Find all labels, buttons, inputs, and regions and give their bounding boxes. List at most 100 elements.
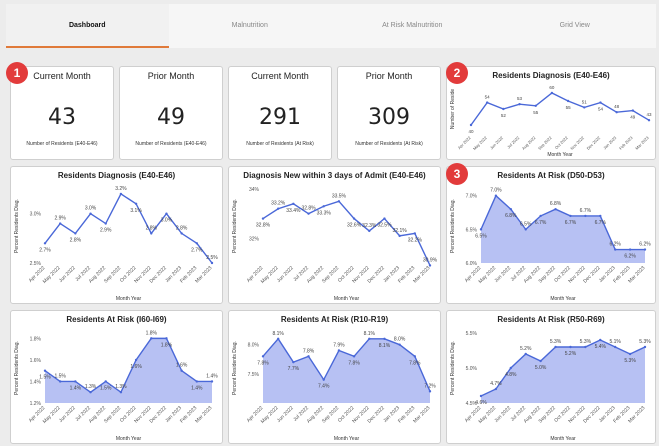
chart-card-residents-diagnosis-count[interactable]: Residents Diagnosis (E40-E46) 40 54 52 53 55… <box>446 66 656 160</box>
data-label: 52 <box>501 113 507 118</box>
chart-card-at-risk-d50-d53[interactable]: Residents At Risk (D50-D53) 6.0% 6.5% 7.0%… <box>446 166 656 304</box>
data-point <box>518 103 521 106</box>
x-tick-label: Dec 2022 <box>586 135 602 151</box>
data-point <box>150 337 153 340</box>
data-point <box>539 359 542 363</box>
kpi-card-current-month-at-risk[interactable]: Current Month 291 Number of Residents (A… <box>228 66 332 160</box>
data-point <box>368 337 371 341</box>
data-label: 5.2% <box>565 351 577 357</box>
data-point <box>104 222 107 225</box>
data-point <box>119 391 123 394</box>
data-point <box>554 345 557 349</box>
x-tick-label: Jun 2022 <box>276 405 295 424</box>
x-tick-label: Apr 2022 <box>457 135 473 151</box>
data-label: 3.2% <box>115 186 127 192</box>
data-point <box>613 248 617 251</box>
y-tick-label: 7.5% <box>248 372 260 378</box>
tab-dashboard[interactable]: Dashboard <box>6 4 169 48</box>
x-tick-label: Sep 2022 <box>321 405 341 425</box>
area-chart: 1.2%1.4%1.6%1.8%1.5% 1.5%1.4% 1.3% 1.5% 1.3%… <box>14 330 218 442</box>
data-point <box>584 345 587 349</box>
data-label: 48 <box>614 104 620 109</box>
data-label: 2.7% <box>39 247 51 253</box>
data-label: 6.2% <box>609 242 621 248</box>
y-tick-label: 2.5% <box>30 261 42 267</box>
tab-at-risk-malnutrition[interactable]: At Risk Malnutrition <box>331 4 494 48</box>
data-label: 8.1% <box>364 331 376 337</box>
data-label: 6.2% <box>639 242 651 248</box>
data-point <box>428 390 432 393</box>
annotation-badge-3: 3 <box>446 163 468 185</box>
y-axis-title: Percent Residents Diag. <box>232 341 238 395</box>
data-point <box>479 394 483 398</box>
kpi-card-prior-month-diagnosis[interactable]: Prior Month 49 Number of Residents (E40-… <box>119 66 223 160</box>
data-label: 55 <box>566 105 572 110</box>
y-axis-title: Percent Residents Diag. <box>232 199 238 253</box>
x-tick-label: Sep 2022 <box>321 265 341 285</box>
annotation-badge-1: 1 <box>6 62 28 84</box>
kpi-value: 49 <box>157 105 185 130</box>
data-label: 5.2% <box>520 346 532 352</box>
data-label: 5.3% <box>550 339 562 345</box>
data-point <box>643 248 647 251</box>
data-point <box>58 380 62 383</box>
tab-malnutrition[interactable]: Malnutrition <box>169 4 332 48</box>
kpi-value: 291 <box>259 105 301 130</box>
data-point <box>628 352 632 356</box>
x-tick-label: Mar 2023 <box>194 405 213 424</box>
data-label: 6.7% <box>565 220 577 226</box>
y-tick-label: 1.8% <box>30 336 42 342</box>
data-point <box>398 343 401 346</box>
kpi-title: Prior Month <box>365 71 413 81</box>
y-axis-title: Number of Reside <box>450 89 456 130</box>
data-point <box>261 217 265 220</box>
data-label: 1.6% <box>176 363 188 369</box>
data-point <box>58 222 62 225</box>
y-tick-label: 3.0% <box>30 212 42 218</box>
data-label: 40 <box>468 129 474 134</box>
x-tick-label: Jan 2023 <box>602 135 618 151</box>
data-label: 6.7% <box>580 208 592 214</box>
data-label: 3.1% <box>130 208 142 214</box>
data-label: 1.3% <box>115 384 127 390</box>
data-point <box>502 107 505 111</box>
kpi-card-current-month-diagnosis[interactable]: Current Month 43 Number of Residents (E4… <box>10 66 114 160</box>
data-label: 6.7% <box>595 220 607 226</box>
data-label: 32.6% <box>347 223 362 229</box>
area-chart: 7.5% 8.0% 7.8% 8.1% 7.7% 7.8% 7.4% 7.9% 7.8% 8.1%… <box>232 331 436 442</box>
chart-card-residents-diagnosis-percent[interactable]: Residents Diagnosis (E40-E46) 2.5% 3.0% 2.… <box>10 166 223 304</box>
data-point <box>566 99 570 103</box>
chart-card-at-risk-i60-i69[interactable]: Residents At Risk (I60-I69) 1.2% 1.4% 1.6%… <box>10 310 223 444</box>
data-point <box>569 345 572 349</box>
data-label: 2.9% <box>100 228 112 234</box>
data-point <box>615 111 618 114</box>
chart-card-at-risk-r50-r69[interactable]: Residents At Risk (R50-R69) 4.5% 5.0% 5.5%… <box>446 310 656 444</box>
line-chart: 40 54 52 53 55 60 55 51 54 48 49 43 Apr 2022 May 2022… <box>450 85 652 158</box>
x-tick-label: Jun 2022 <box>489 135 505 151</box>
data-label: 60 <box>549 85 555 90</box>
data-label: 1.6% <box>130 364 142 370</box>
chart-card-diagnosis-new-within-3-days[interactable]: Diagnosis New within 3 days of Admit (E4… <box>228 166 441 304</box>
y-axis-title: Percent Residents Diag. <box>14 199 20 253</box>
x-tick-label: Mar 2023 <box>634 135 650 151</box>
tab-grid-view[interactable]: Grid View <box>494 4 657 48</box>
kpi-card-prior-month-at-risk[interactable]: Prior Month 309 Number of Residents (At … <box>337 66 441 160</box>
data-label: 7.8% <box>348 360 360 366</box>
data-label: 33.3% <box>317 210 332 216</box>
data-label: 2.8% <box>70 237 82 243</box>
data-point <box>292 360 295 364</box>
data-point <box>307 355 310 358</box>
kpi-subtitle: Number of Residents (At Risk) <box>355 141 423 147</box>
chart-card-at-risk-r10-r19[interactable]: Residents At Risk (R10-R19) 7.5% 8.0% 7.8%… <box>228 310 441 444</box>
data-label: 7.9% <box>333 343 345 349</box>
data-point <box>428 264 432 267</box>
x-axis-title: Month Year <box>116 436 142 442</box>
data-point <box>74 232 77 235</box>
data-point <box>569 214 572 218</box>
data-point <box>322 205 325 208</box>
data-label: 2.5% <box>206 255 218 261</box>
data-label: 5.0% <box>535 365 547 371</box>
data-label: 33.4% <box>286 208 301 214</box>
data-point <box>554 207 557 211</box>
data-point <box>413 355 417 358</box>
